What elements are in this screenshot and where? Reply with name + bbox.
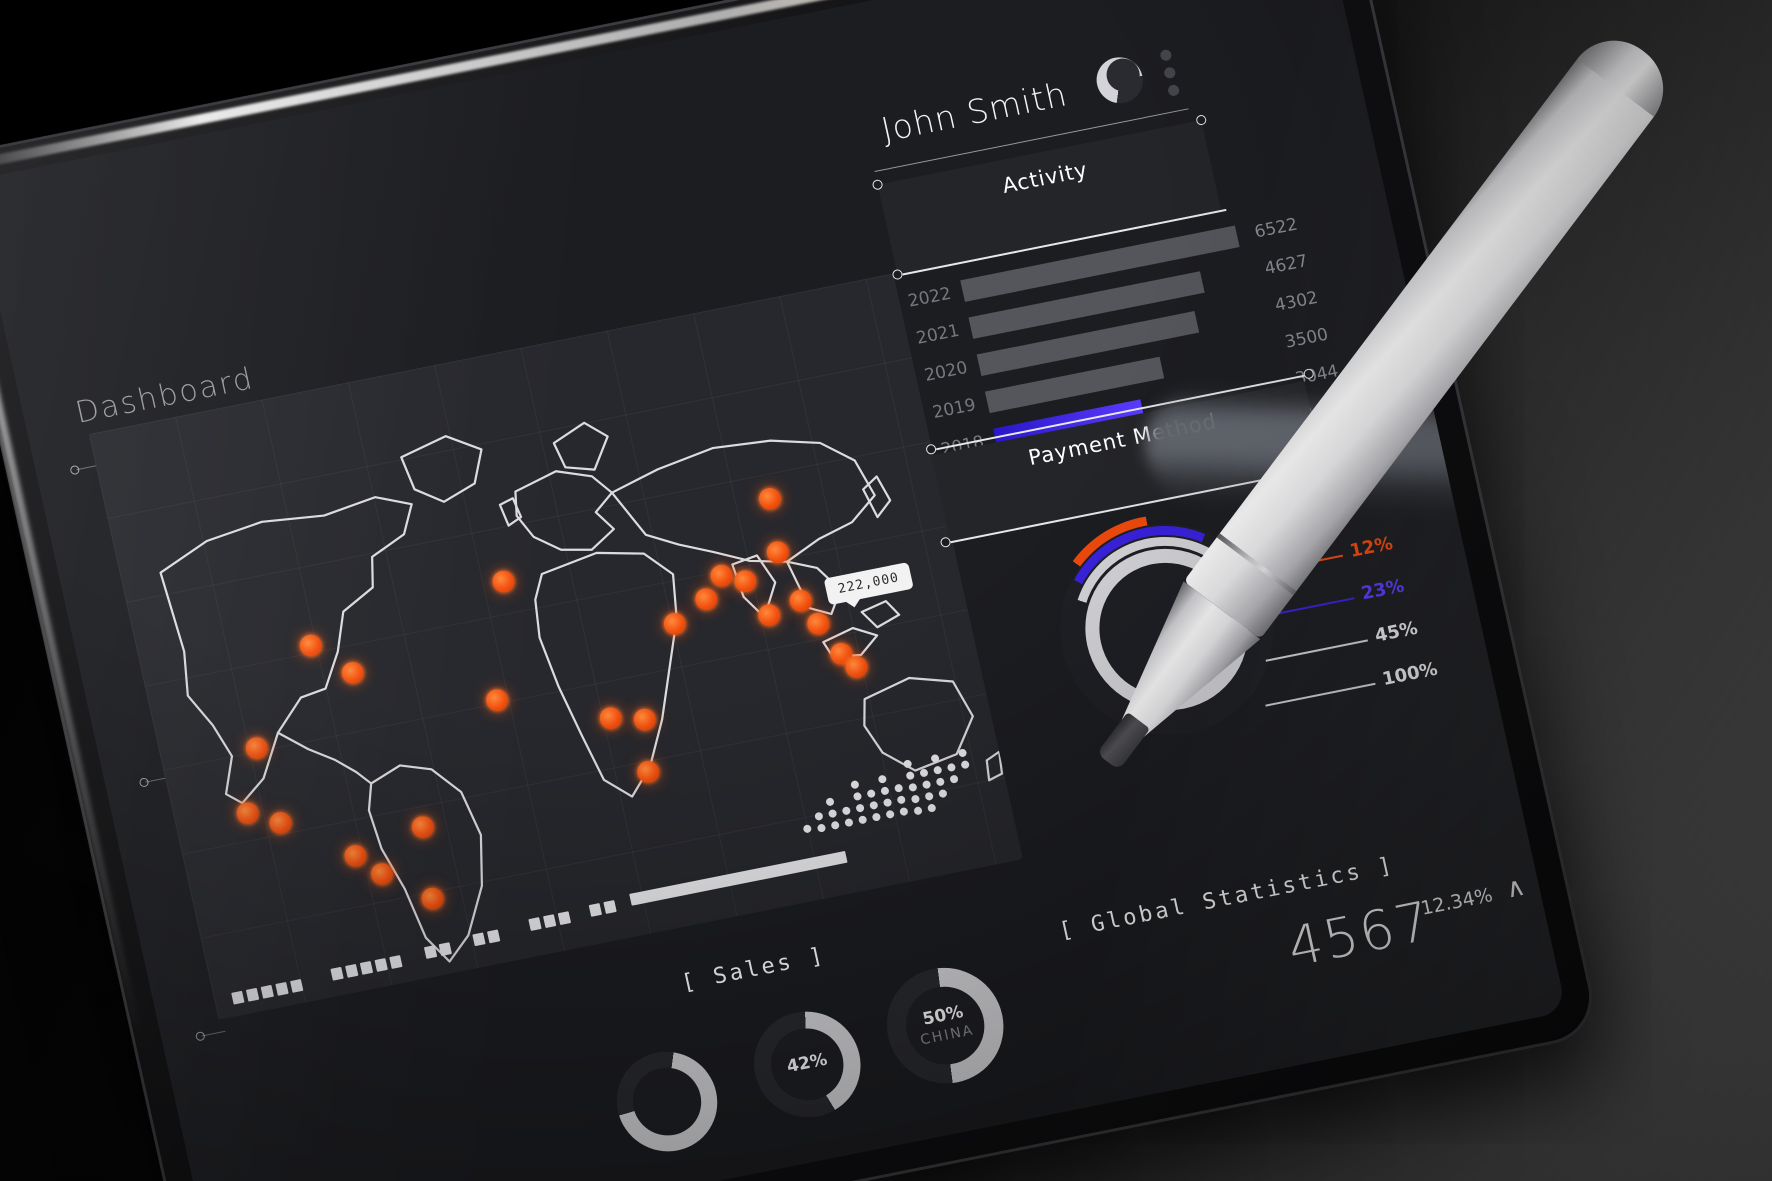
tablet-body: Dashboard 222,000 [Sales] 42% 50% CHIN… — [0, 0, 1598, 1181]
bar-value: 3500 — [1283, 324, 1331, 353]
bar-label-year: 2019 — [930, 394, 978, 423]
global-statistics-delta: 12.34% — [1418, 884, 1495, 920]
sales-section-label: [ Sales ] — [679, 943, 829, 997]
bar-label-year: 2021 — [914, 320, 962, 349]
photo-scene: Dashboard 222,000 [Sales] 42% 50% CHIN… — [0, 0, 1772, 1181]
tablet-device: Dashboard 222,000 [Sales] 42% 50% CHIN… — [0, 0, 1671, 1181]
legend-label-blue: 23% — [1359, 575, 1407, 605]
rail-node — [69, 464, 81, 476]
bar-label-year: 2022 — [906, 283, 954, 312]
bar-value: 4302 — [1273, 287, 1320, 316]
more-vertical-icon[interactable] — [1159, 48, 1181, 98]
legend-label-white-100: 100% — [1380, 658, 1440, 690]
rail-node — [194, 1031, 206, 1042]
legend-label-white-45: 45% — [1372, 617, 1420, 647]
bar-value: 6522 — [1252, 214, 1300, 243]
global-statistics-value: 4567 — [1281, 889, 1439, 980]
user-avatar-icon[interactable] — [1092, 53, 1148, 108]
trend-up-icon: ∧ — [1502, 871, 1529, 905]
rail-tick — [201, 1030, 226, 1037]
bar-value: 4627 — [1262, 251, 1310, 280]
bar-label-year: 2020 — [922, 357, 970, 386]
rail-node — [138, 777, 150, 788]
